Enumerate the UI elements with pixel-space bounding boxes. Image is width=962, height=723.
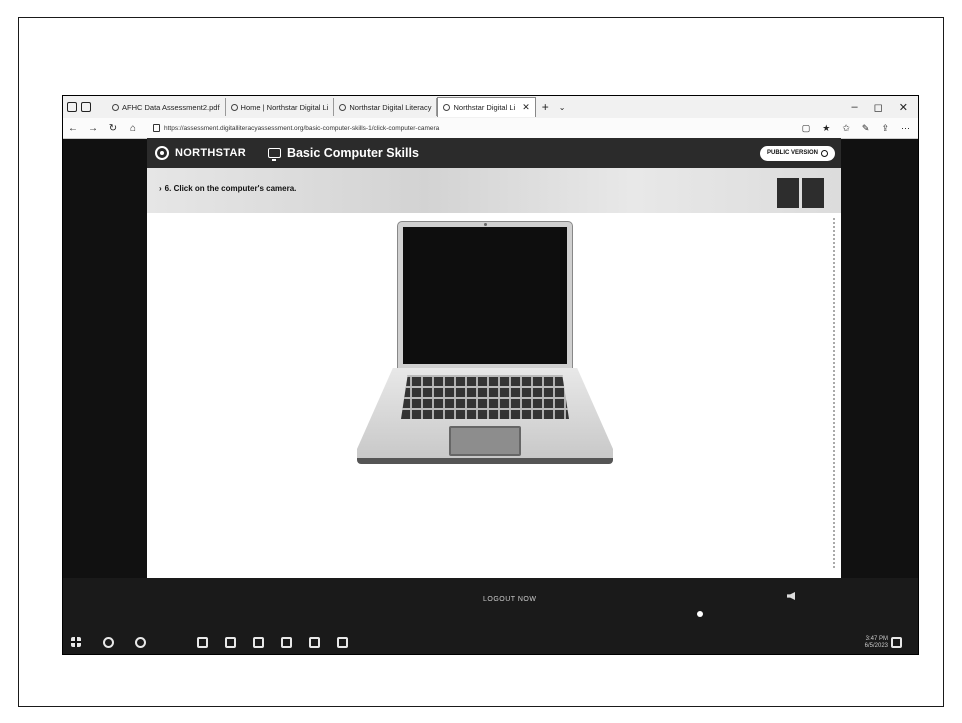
address-bar-actions: ▢ ★ ✩ ✎ ⇪ ⋯	[802, 123, 918, 134]
laptop-image	[357, 221, 613, 466]
browser-tab-active[interactable]: Northstar Digital Li ✕	[437, 97, 536, 117]
browser-tab[interactable]: Home | Northstar Digital Li	[226, 98, 335, 116]
laptop-lid	[397, 221, 573, 369]
clock-time: 3:47 PM	[865, 636, 888, 642]
tab-label: Northstar Digital Literacy	[349, 102, 432, 112]
question-prompt: › 6. Click on the computer's camera.	[159, 184, 296, 193]
browser-address-bar: ← → ↻ ⌂ https://assessment.digitallitera…	[63, 118, 918, 139]
bottom-area: LOGOUT NOW 3:47 PM 6/5/2023	[63, 578, 918, 654]
laptop-screen[interactable]	[403, 227, 567, 364]
brand-name: NORTHSTAR	[175, 147, 246, 159]
tab-label: Northstar Digital Li	[453, 103, 516, 112]
home-icon[interactable]: ⌂	[123, 123, 143, 134]
system-clock[interactable]: 3:47 PM 6/5/2023	[865, 636, 888, 650]
module-title: Basic Computer Skills	[267, 146, 419, 161]
badge-label: PUBLIC VERSION	[766, 150, 818, 156]
northstar-favicon-icon	[339, 103, 347, 111]
close-window-button[interactable]: ✕	[899, 101, 908, 114]
tab-label: Home | Northstar Digital Li	[240, 102, 329, 112]
tab-actions-icon[interactable]	[67, 102, 77, 112]
logout-link[interactable]: LOGOUT NOW	[483, 596, 536, 603]
tab-actions	[63, 102, 107, 112]
pen-icon[interactable]: ✎	[862, 123, 870, 134]
windows-start-icon[interactable]	[71, 637, 81, 647]
northstar-favicon-icon	[230, 103, 238, 111]
file-explorer-icon[interactable]	[253, 637, 264, 648]
speaker-icon[interactable]	[787, 592, 795, 600]
browser-tab[interactable]: Northstar Digital Literacy	[334, 98, 438, 116]
laptop-camera[interactable]	[483, 223, 487, 226]
settings-button[interactable]	[802, 178, 824, 208]
assessment-content: › 6. Click on the computer's camera.	[147, 168, 841, 578]
back-arrow-icon[interactable]: ←	[63, 123, 83, 134]
windows-taskbar: 3:47 PM 6/5/2023	[63, 630, 918, 654]
share-icon[interactable]: ⇪	[881, 123, 889, 134]
mail-icon[interactable]	[225, 637, 236, 648]
module-name: Basic Computer Skills	[286, 146, 419, 160]
tab-label: AFHC Data Assessment2.pdf	[122, 102, 220, 112]
url-field[interactable]: https://assessment.digitalliteracyassess…	[153, 124, 713, 132]
app-icon[interactable]	[309, 637, 320, 648]
info-icon	[821, 149, 828, 157]
forward-arrow-icon[interactable]: →	[83, 123, 103, 134]
lock-icon	[153, 124, 160, 132]
question-text: 6. Click on the computer's camera.	[164, 184, 297, 193]
laptop-base-edge	[357, 458, 613, 464]
more-icon[interactable]: ⋯	[901, 123, 910, 134]
store-icon[interactable]	[197, 637, 208, 648]
app-icon[interactable]	[337, 637, 348, 648]
minimize-button[interactable]: –	[852, 101, 858, 114]
chevron-right-icon: ›	[159, 184, 162, 193]
monitor-icon	[267, 148, 281, 161]
favorites-icon[interactable]: ✩	[842, 123, 850, 134]
scrollbar[interactable]	[831, 218, 835, 568]
northstar-favicon-icon	[443, 104, 451, 111]
mouse-cursor	[697, 611, 703, 617]
northstar-compass-icon	[155, 146, 169, 160]
search-icon[interactable]	[103, 637, 114, 648]
close-tab-icon[interactable]: ✕	[518, 102, 530, 113]
chevron-down-icon[interactable]: ⌄	[555, 103, 570, 112]
tab-list-icon[interactable]	[81, 102, 91, 112]
favorite-star-icon[interactable]: ★	[822, 123, 830, 134]
laptop-trackpad[interactable]	[449, 426, 521, 456]
browser-tab[interactable]: AFHC Data Assessment2.pdf	[107, 98, 226, 116]
refresh-icon[interactable]: ↻	[103, 123, 123, 134]
screenshot-screen: AFHC Data Assessment2.pdf Home | Northst…	[62, 95, 919, 655]
new-tab-button[interactable]: +	[536, 100, 555, 114]
reading-view-icon[interactable]: ▢	[802, 123, 811, 134]
notifications-icon[interactable]	[891, 637, 902, 648]
pdf-icon	[112, 103, 119, 111]
window-controls: – ◻ ✕	[852, 101, 918, 114]
maximize-button[interactable]: ◻	[874, 101, 883, 114]
keyboard-rows	[401, 375, 569, 419]
public-version-badge[interactable]: PUBLIC VERSION	[759, 145, 835, 161]
question-bar: › 6. Click on the computer's camera.	[147, 168, 841, 213]
clock-date: 6/5/2023	[864, 643, 888, 649]
app-icon[interactable]	[281, 637, 292, 648]
cortana-icon[interactable]	[135, 637, 146, 648]
browser-tab-bar: AFHC Data Assessment2.pdf Home | Northst…	[63, 96, 918, 119]
northstar-logo: NORTHSTAR	[147, 146, 246, 160]
audio-button[interactable]	[777, 178, 799, 208]
northstar-header: NORTHSTAR Basic Computer Skills PUBLIC V…	[147, 138, 841, 168]
url-text: https://assessment.digitalliteracyassess…	[164, 124, 440, 132]
